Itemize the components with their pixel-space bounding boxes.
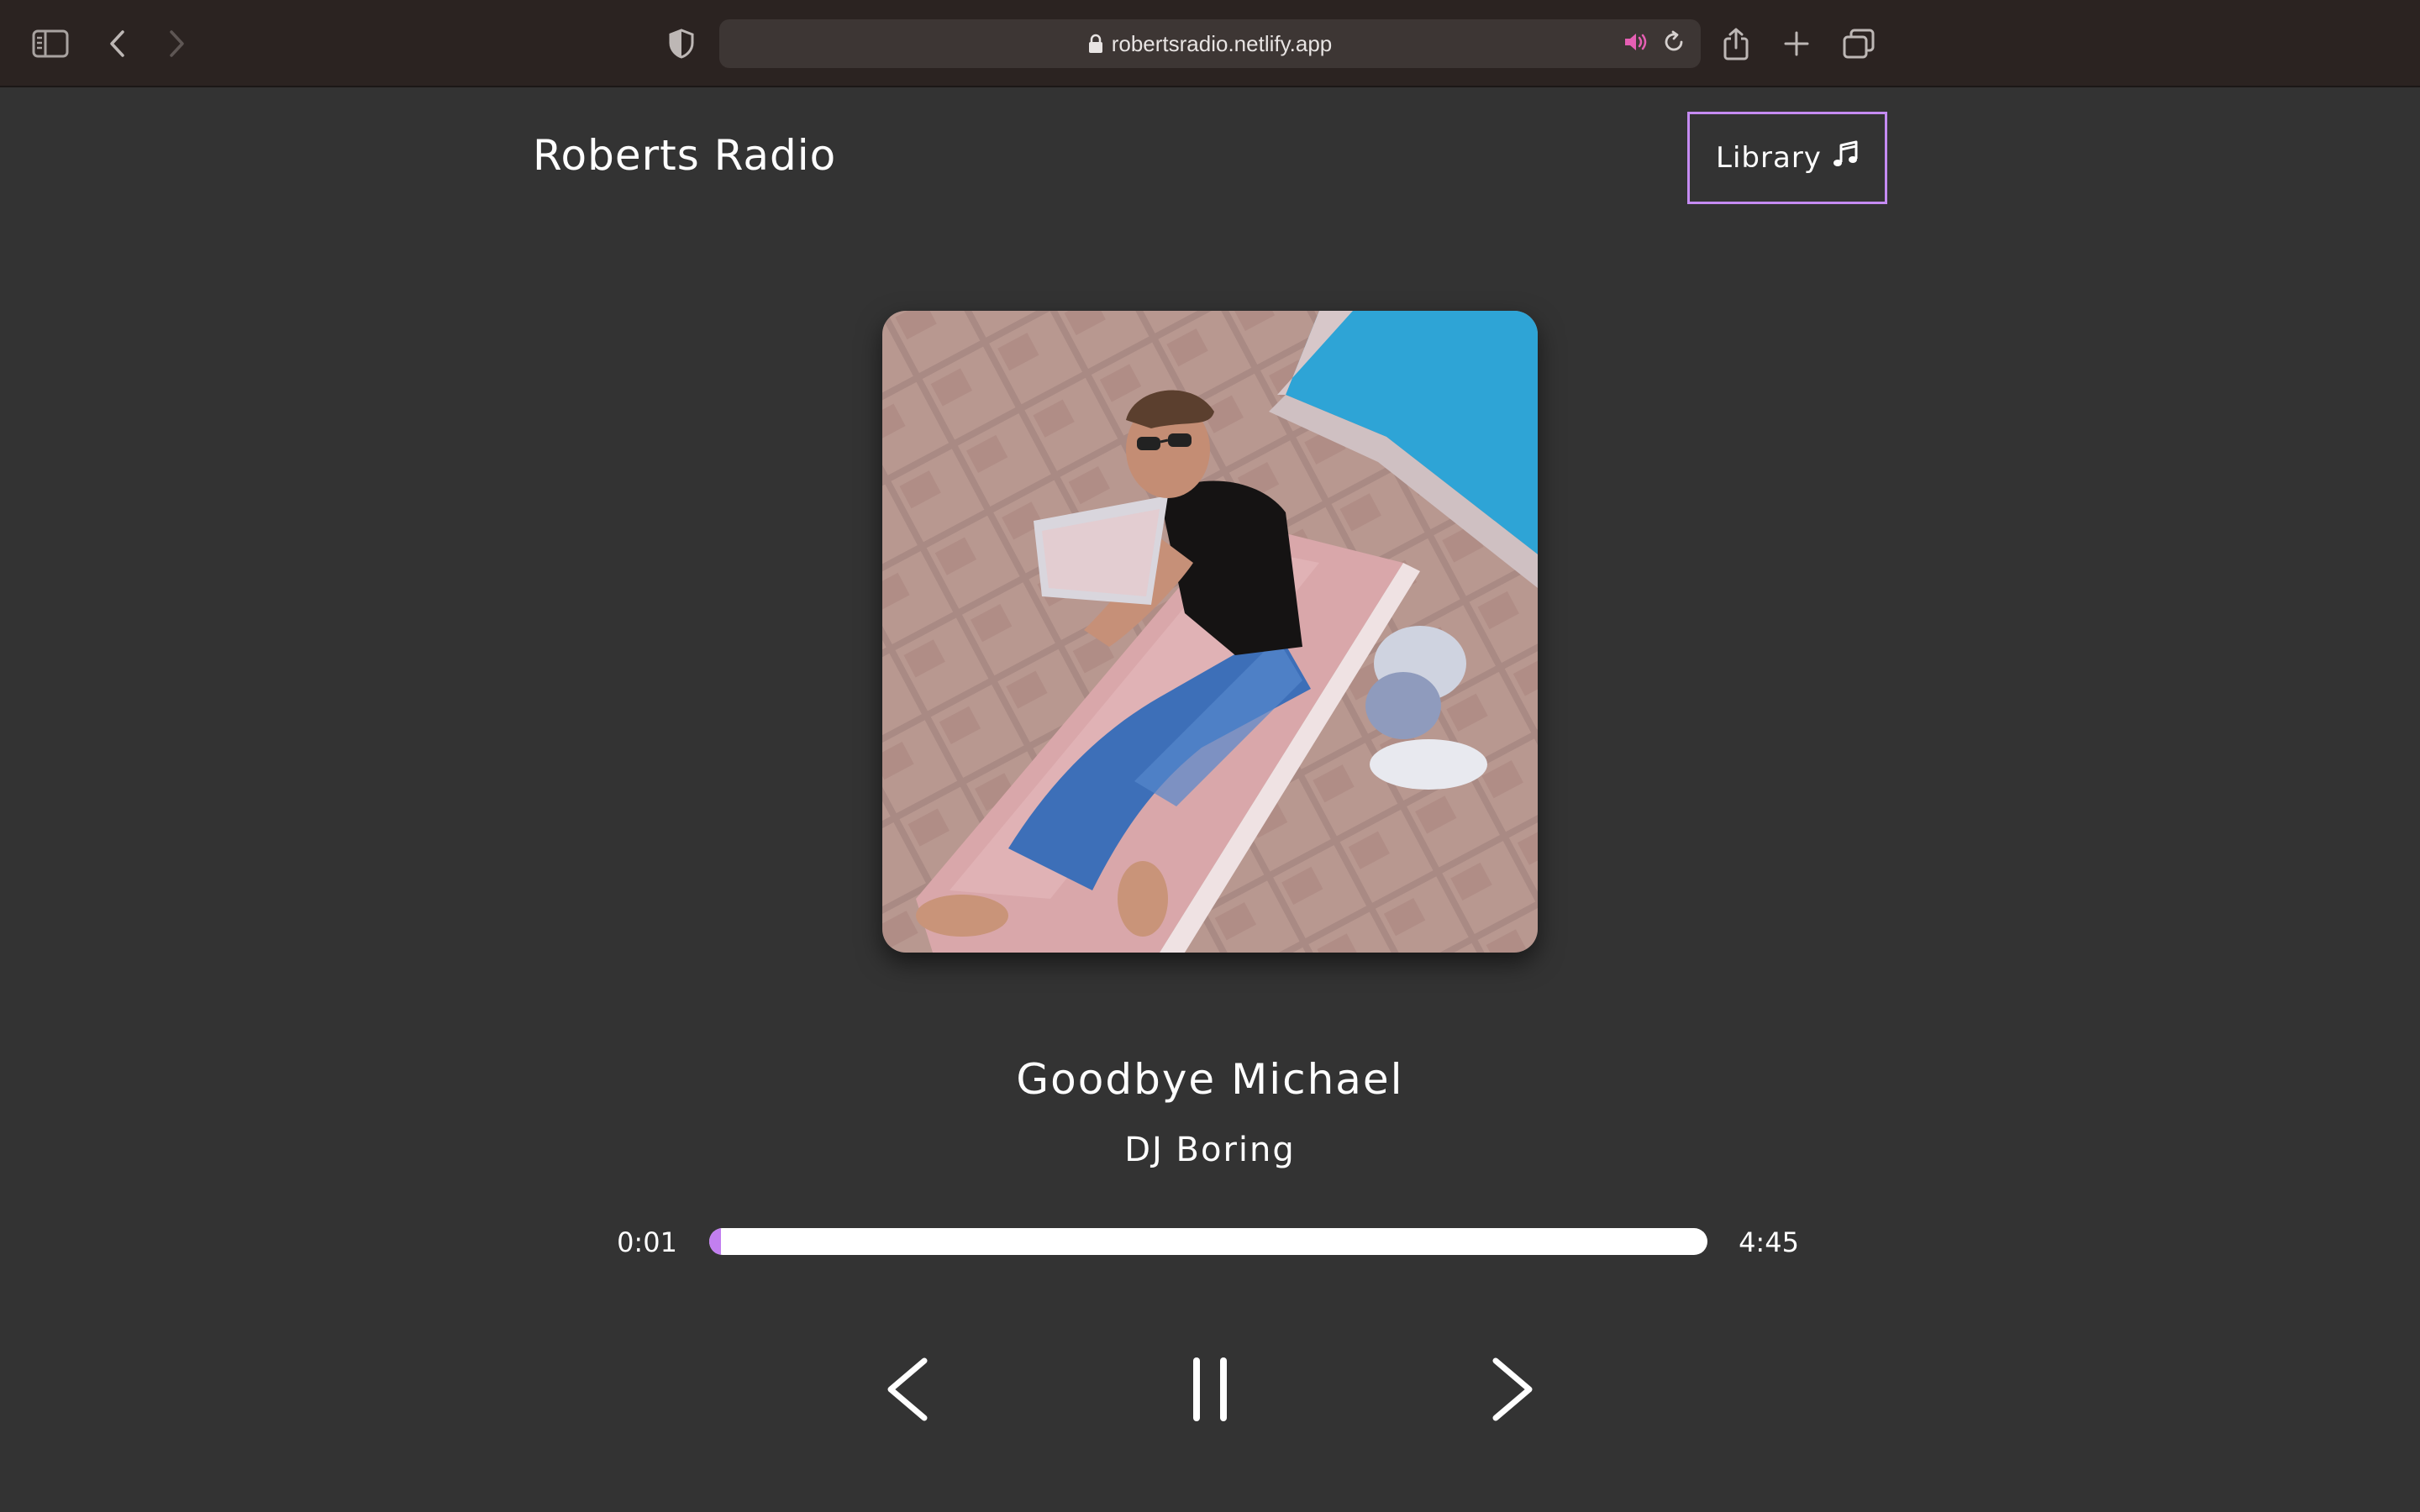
plus-icon[interactable]: [1775, 22, 1818, 66]
total-time: 4:45: [1739, 1226, 1799, 1258]
pause-button[interactable]: [1168, 1347, 1252, 1431]
library-label: Library: [1716, 141, 1822, 175]
progress-fill: [709, 1228, 721, 1255]
url-text: robertsradio.netlify.app: [1111, 30, 1333, 56]
sidebar-icon[interactable]: [29, 22, 72, 66]
current-time: 0:01: [617, 1226, 677, 1258]
library-button[interactable]: Library: [1687, 112, 1887, 204]
previous-track-button[interactable]: [865, 1347, 950, 1431]
next-track-button[interactable]: [1470, 1347, 1555, 1431]
address-bar[interactable]: robertsradio.netlify.app: [719, 19, 1701, 68]
progress-slider[interactable]: [709, 1228, 1707, 1255]
tabs-overview-icon[interactable]: [1837, 22, 1881, 66]
speaker-icon[interactable]: [1623, 31, 1649, 56]
artist-name: DJ Boring: [1124, 1131, 1296, 1169]
browser-toolbar: robertsradio.netlify.app: [0, 0, 2420, 87]
reload-icon[interactable]: [1662, 30, 1686, 57]
music-note-icon: [1832, 140, 1859, 176]
chevron-right-icon: [1492, 1357, 1533, 1421]
pause-icon: [1193, 1357, 1227, 1421]
album-cover-image: [882, 311, 1538, 953]
share-icon[interactable]: [1714, 22, 1758, 66]
song-title: Goodbye Michael: [1016, 1055, 1404, 1104]
back-chevron-icon[interactable]: [96, 22, 139, 66]
chevron-left-icon: [887, 1357, 928, 1421]
site-title[interactable]: Roberts Radio: [533, 131, 836, 180]
forward-chevron-icon[interactable]: [155, 22, 198, 66]
shield-icon[interactable]: [660, 22, 703, 66]
lock-icon: [1088, 34, 1103, 54]
